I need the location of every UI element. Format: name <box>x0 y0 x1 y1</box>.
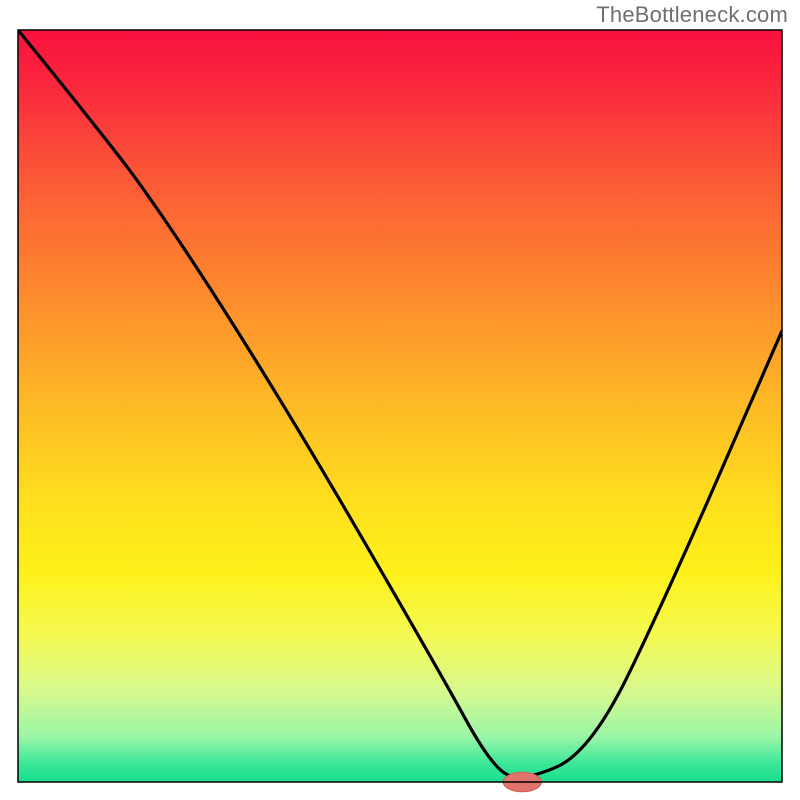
chart-container: TheBottleneck.com <box>0 0 800 800</box>
plot-background <box>18 30 782 782</box>
bottleneck-chart <box>0 0 800 800</box>
attribution-text: TheBottleneck.com <box>596 2 788 28</box>
